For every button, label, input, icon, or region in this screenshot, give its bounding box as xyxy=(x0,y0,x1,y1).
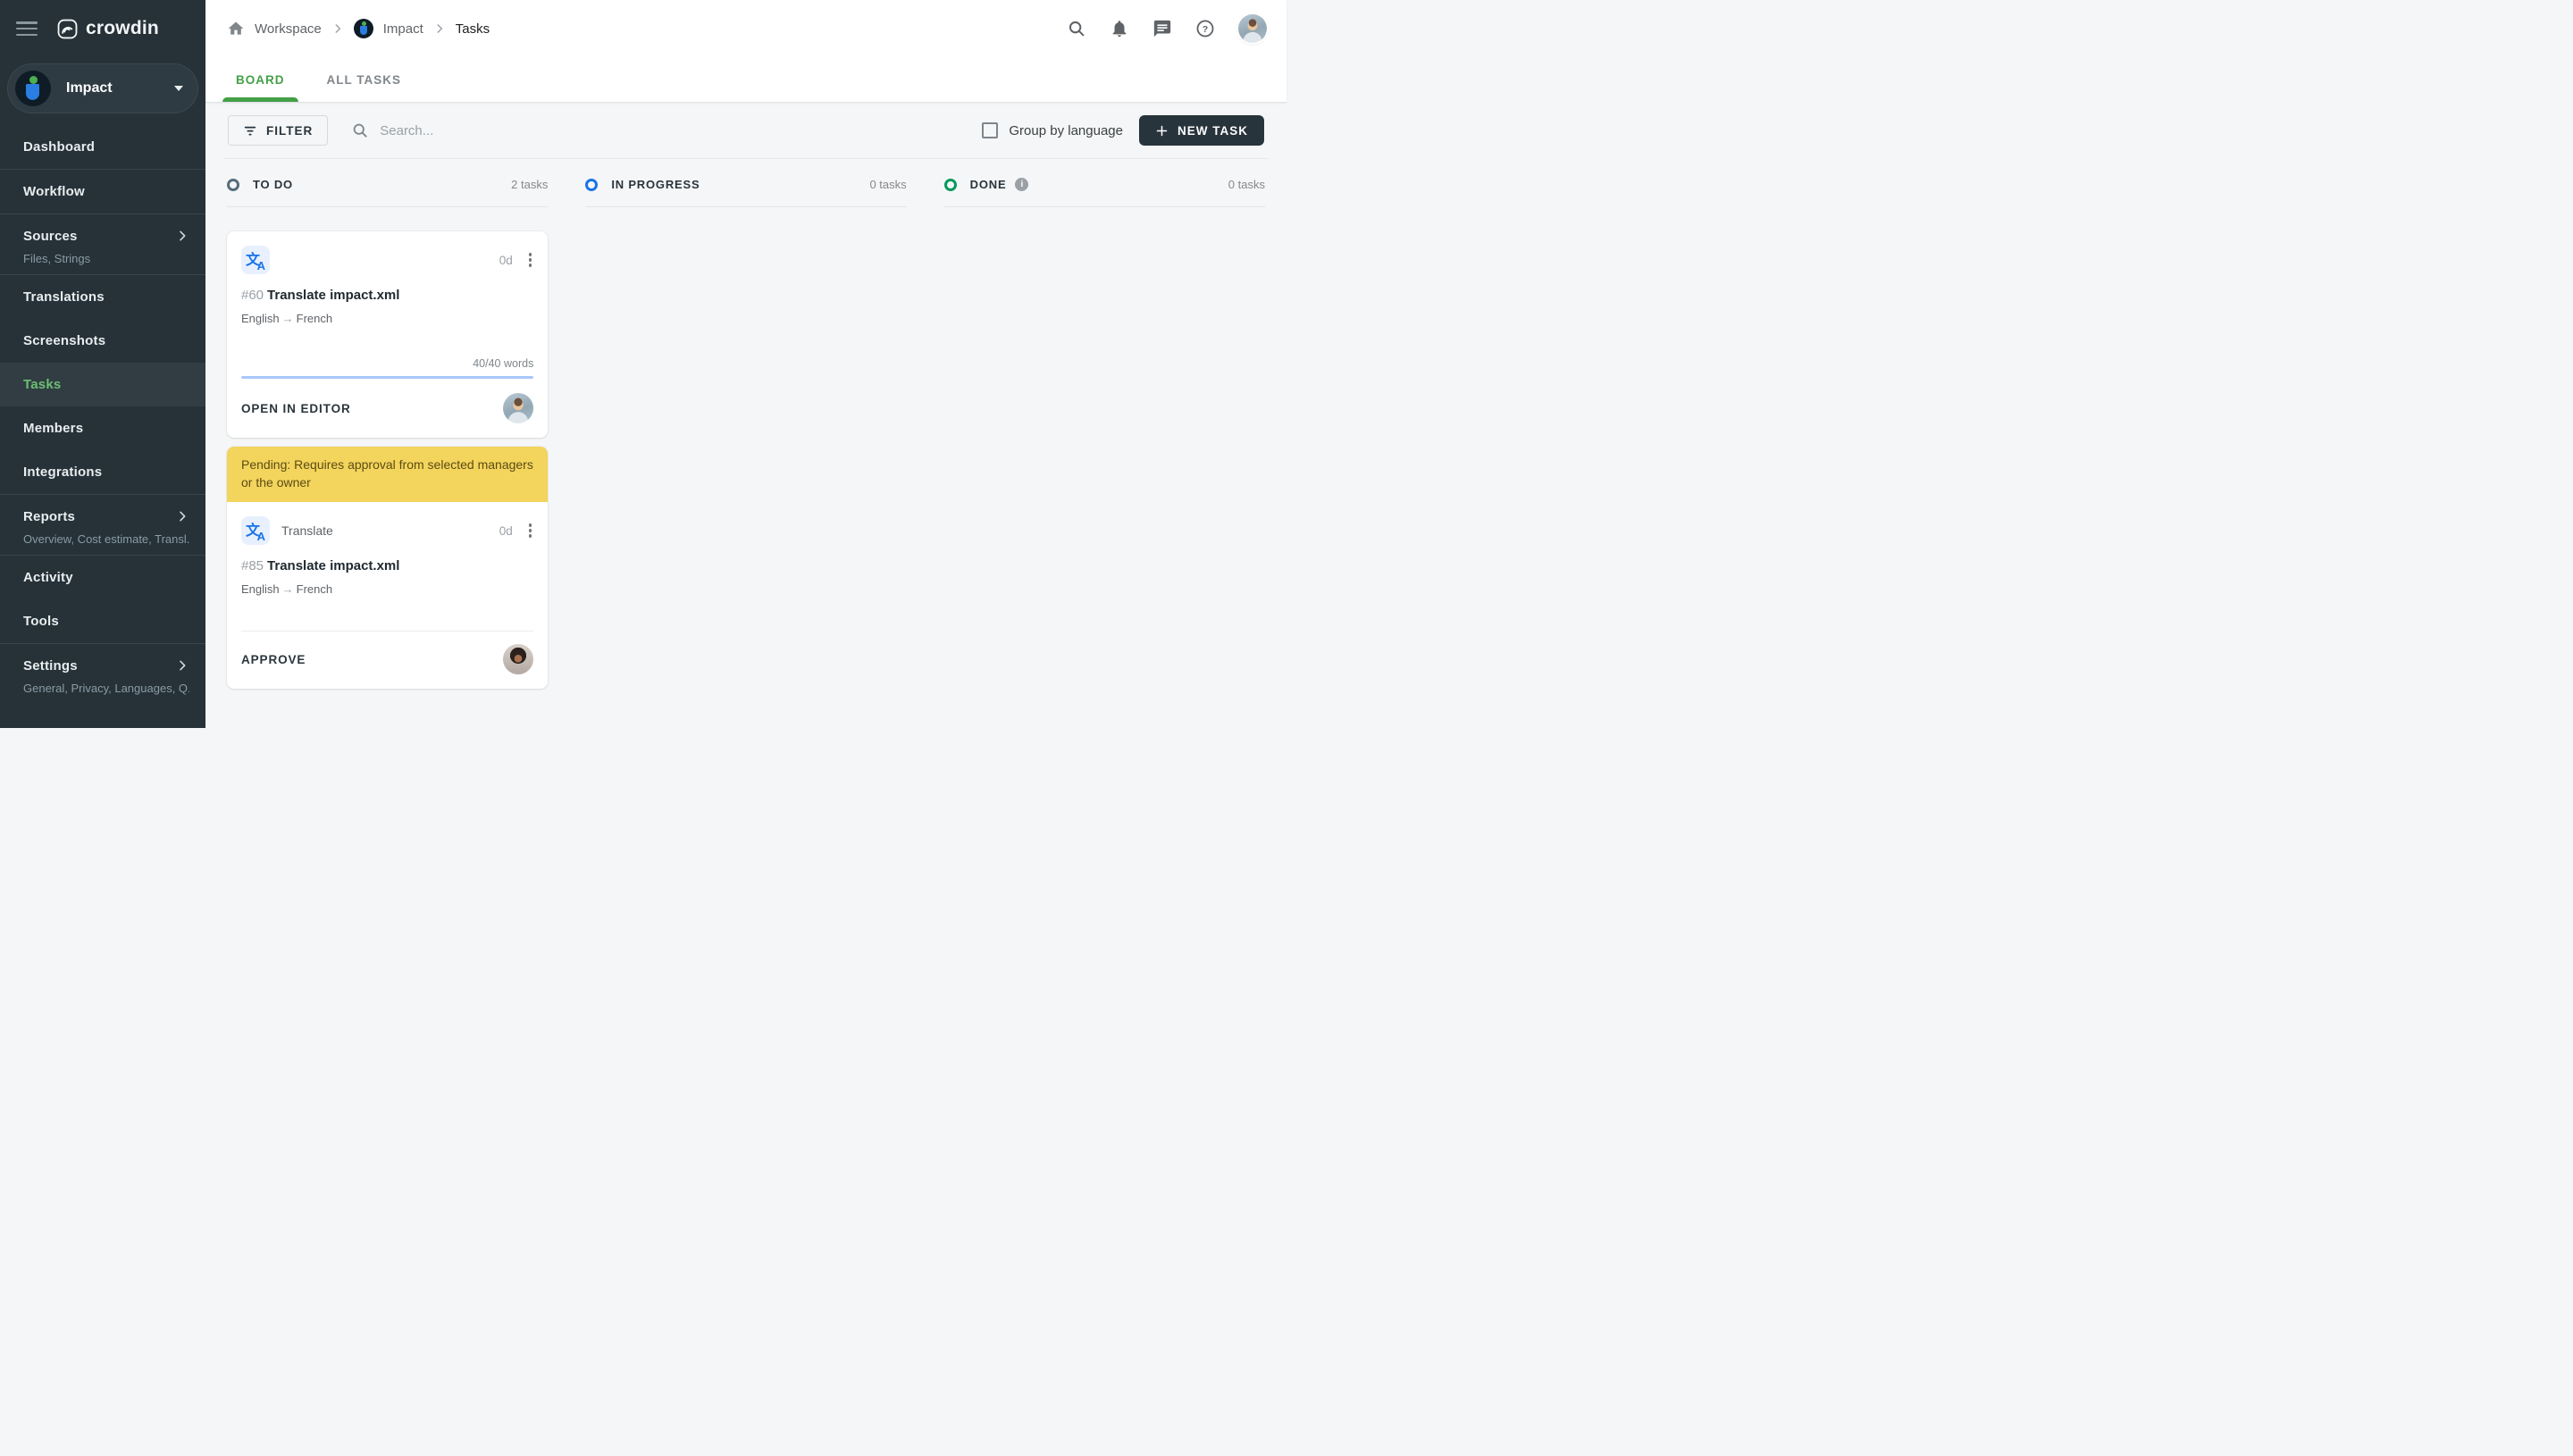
tab-board[interactable]: BOARD xyxy=(222,57,298,102)
sidebar-item-integrations[interactable]: Integrations xyxy=(0,450,205,494)
sidebar-item-translations[interactable]: Translations xyxy=(0,275,205,319)
chevron-right-icon xyxy=(180,660,186,671)
task-board: TO DO 2 tasks 文A 0d #60 Translate impact.… xyxy=(205,159,1286,728)
tab-all-tasks[interactable]: ALL TASKS xyxy=(314,57,415,102)
crowdin-app: crowdin Impact Dashboard Workflow Source… xyxy=(0,0,1286,728)
task-card-85[interactable]: Pending: Requires approval from selected… xyxy=(227,447,549,690)
pending-approval-banner: Pending: Requires approval from selected… xyxy=(227,447,549,503)
search-icon xyxy=(351,121,369,139)
sidebar-item-tasks[interactable]: Tasks xyxy=(0,363,205,406)
sidebar-item-activity[interactable]: Activity xyxy=(0,556,205,599)
sidebar-item-members[interactable]: Members xyxy=(0,406,205,450)
sidebar-item-workflow[interactable]: Workflow xyxy=(0,170,205,213)
assignee-avatar[interactable] xyxy=(503,644,534,675)
task-count: 0 tasks xyxy=(869,178,907,191)
info-icon[interactable]: i xyxy=(1015,178,1029,191)
progress-bar xyxy=(241,376,534,379)
arrow-right-icon: → xyxy=(281,582,294,597)
kebab-menu-icon[interactable] xyxy=(527,520,534,541)
filter-button[interactable]: FILTER xyxy=(228,115,329,146)
tab-bar: BOARD ALL TASKS xyxy=(205,57,1286,102)
approve-button[interactable]: APPROVE xyxy=(241,653,306,666)
search-icon[interactable] xyxy=(1067,19,1086,38)
translate-task-icon: 文A xyxy=(241,516,270,546)
crowdin-logo-icon xyxy=(57,19,78,38)
status-circle-todo xyxy=(227,178,239,191)
breadcrumb: Workspace Impact Tasks xyxy=(227,19,1067,38)
breadcrumb-workspace[interactable]: Workspace xyxy=(255,21,322,37)
divider xyxy=(241,631,534,632)
language-pair: English → French xyxy=(241,312,333,325)
status-circle-in-progress xyxy=(585,178,599,191)
help-icon[interactable]: ? xyxy=(1195,19,1215,38)
chevron-down-icon xyxy=(174,86,183,91)
main-area: Workspace Impact Tasks ? BOARD ALL TASKS… xyxy=(205,0,1286,728)
hamburger-menu-icon[interactable] xyxy=(16,21,38,37)
sidebar-item-reports[interactable]: Reports Overview, Cost estimate, Transl.… xyxy=(0,495,205,555)
breadcrumb-project-avatar xyxy=(353,19,373,38)
sidebar-item-screenshots[interactable]: Screenshots xyxy=(0,319,205,363)
crowdin-logo[interactable]: crowdin xyxy=(57,18,159,39)
messages-chat-icon[interactable] xyxy=(1152,19,1172,38)
status-circle-done xyxy=(943,178,957,191)
chevron-right-icon xyxy=(331,22,344,35)
arrow-right-icon: → xyxy=(281,312,294,325)
toolbar: FILTER Group by language NEW TASK xyxy=(223,103,1269,159)
task-type-label: Translate xyxy=(281,523,333,539)
column-header: DONE i 0 tasks xyxy=(943,178,1265,207)
translate-task-icon: 文A xyxy=(241,246,270,274)
sidebar-item-settings[interactable]: Settings General, Privacy, Languages, Q.… xyxy=(0,644,205,704)
kebab-menu-icon[interactable] xyxy=(527,249,534,271)
duration-badge: 0d xyxy=(499,523,513,538)
duration-badge: 0d xyxy=(499,253,513,267)
task-title: #85 Translate impact.xml xyxy=(241,558,400,574)
sidebar-header: crowdin xyxy=(0,0,205,57)
breadcrumb-project[interactable]: Impact xyxy=(383,21,423,37)
chevron-right-icon xyxy=(180,230,186,241)
project-selector[interactable]: Impact xyxy=(7,63,198,113)
search-box xyxy=(351,121,982,139)
open-in-editor-button[interactable]: OPEN IN EDITOR xyxy=(241,402,351,415)
assignee-avatar[interactable] xyxy=(503,393,534,423)
task-title: #60 Translate impact.xml xyxy=(241,288,400,303)
notifications-bell-icon[interactable] xyxy=(1110,19,1129,38)
home-icon[interactable] xyxy=(227,20,245,38)
sidebar-item-dashboard[interactable]: Dashboard xyxy=(0,125,205,169)
sidebar-item-sources[interactable]: Sources Files, Strings xyxy=(0,214,205,274)
task-count: 0 tasks xyxy=(1228,178,1265,191)
user-avatar[interactable] xyxy=(1238,14,1267,43)
column-header: TO DO 2 tasks xyxy=(227,178,549,207)
task-count: 2 tasks xyxy=(511,178,549,191)
logo-wordmark: crowdin xyxy=(86,18,159,38)
column-in-progress: IN PROGRESS 0 tasks xyxy=(585,178,907,728)
language-pair: English → French xyxy=(241,582,333,597)
column-todo: TO DO 2 tasks 文A 0d #60 Translate impact.… xyxy=(227,178,549,728)
sidebar-subtitle: Overview, Cost estimate, Transl... xyxy=(23,532,189,546)
chevron-right-icon xyxy=(180,511,186,522)
sidebar-item-tools[interactable]: Tools xyxy=(0,599,205,643)
sidebar-subtitle: General, Privacy, Languages, Q... xyxy=(23,682,189,695)
group-by-language-toggle[interactable]: Group by language xyxy=(982,122,1123,138)
group-by-language-label: Group by language xyxy=(1009,122,1123,138)
task-card-60[interactable]: 文A 0d #60 Translate impact.xml English → Fr… xyxy=(227,231,549,438)
filter-icon xyxy=(244,126,256,136)
chevron-right-icon xyxy=(433,22,446,35)
column-done: DONE i 0 tasks xyxy=(943,178,1265,728)
sidebar-subtitle: Files, Strings xyxy=(23,252,91,265)
sidebar-nav: Dashboard Workflow Sources Files, String… xyxy=(0,125,205,728)
search-input[interactable] xyxy=(380,122,649,138)
page-header: Workspace Impact Tasks ? BOARD ALL TASKS xyxy=(205,0,1286,103)
project-avatar xyxy=(15,71,51,106)
svg-text:?: ? xyxy=(1203,24,1208,35)
project-name: Impact xyxy=(66,80,113,96)
checkbox-unchecked[interactable] xyxy=(982,122,999,138)
breadcrumb-current-page: Tasks xyxy=(455,21,490,37)
new-task-button[interactable]: NEW TASK xyxy=(1139,115,1264,146)
sidebar: crowdin Impact Dashboard Workflow Source… xyxy=(0,0,205,728)
column-header: IN PROGRESS 0 tasks xyxy=(585,178,907,207)
plus-icon xyxy=(1156,125,1168,136)
words-progress-label: 40/40 words xyxy=(473,357,534,370)
